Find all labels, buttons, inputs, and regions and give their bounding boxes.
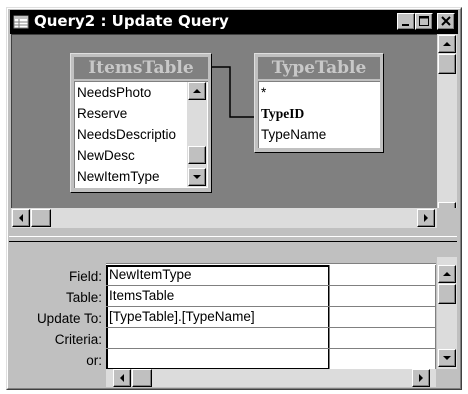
arrow-up-icon (443, 272, 451, 276)
scroll-left-button[interactable] (12, 209, 30, 227)
upper-horizontal-scrollbar[interactable] (11, 208, 437, 228)
close-button[interactable] (437, 13, 455, 30)
grid-cell-table[interactable]: ItemsTable (106, 286, 330, 307)
grid-cell-criteria[interactable] (330, 328, 436, 349)
grid-cell-or[interactable] (106, 349, 330, 370)
scroll-down-button[interactable] (438, 349, 456, 367)
arrow-right-icon (424, 214, 428, 222)
query-icon (13, 15, 29, 29)
minimize-icon (402, 24, 409, 26)
column-selector-bar[interactable] (106, 257, 436, 264)
design-grid[interactable]: NewItemType ItemsTable [TypeTable].[Type… (106, 257, 436, 370)
design-grid-pane: Field: Table: Update To: Criteria: or: N… (9, 243, 457, 387)
arrow-down-icon (443, 356, 451, 360)
grid-cell-criteria[interactable] (106, 328, 330, 349)
row-label-table: Table: (65, 290, 102, 305)
grid-cell-update-to[interactable] (330, 307, 436, 328)
pane-splitter[interactable] (9, 236, 457, 242)
grid-cell-field[interactable]: NewItemType (106, 265, 330, 286)
grid-vertical-scrollbar[interactable] (437, 257, 457, 369)
grid-cell-or[interactable] (330, 349, 436, 370)
scroll-up-button[interactable] (438, 265, 456, 283)
row-label-update-to: Update To: (36, 311, 102, 326)
row-label-criteria: Criteria: (54, 332, 102, 347)
scroll-thumb[interactable] (132, 369, 152, 387)
arrow-left-icon (120, 374, 124, 382)
grid-cell-field[interactable] (330, 265, 436, 286)
row-label-or: or: (86, 353, 102, 368)
scroll-thumb[interactable] (438, 54, 456, 74)
scroll-thumb[interactable] (438, 284, 456, 304)
row-label-field: Field: (68, 269, 102, 284)
scroll-right-button[interactable] (412, 369, 430, 387)
grid-cell-table[interactable] (330, 286, 436, 307)
scroll-right-button[interactable] (417, 209, 435, 227)
grid-horizontal-scrollbar[interactable] (106, 369, 436, 387)
maximize-button[interactable] (415, 13, 433, 30)
close-icon (441, 16, 451, 26)
title-bar[interactable]: Query2 : Update Query (10, 10, 458, 34)
grid-cell-update-to[interactable]: [TypeTable].[TypeName] (106, 307, 330, 328)
arrow-left-icon (19, 214, 23, 222)
join-line[interactable] (12, 35, 438, 228)
maximize-icon (419, 16, 429, 26)
window-title: Query2 : Update Query (34, 12, 229, 30)
scroll-thumb[interactable] (31, 209, 51, 227)
scrollbar-corner (437, 208, 457, 228)
table-pane[interactable]: ItemsTable NeedsPhoto Reserve NeedsDescr… (11, 34, 437, 227)
scroll-up-button[interactable] (438, 35, 456, 53)
arrow-up-icon (443, 42, 451, 46)
arrow-right-icon (419, 374, 423, 382)
minimize-button[interactable] (397, 13, 415, 30)
scroll-left-button[interactable] (113, 369, 131, 387)
